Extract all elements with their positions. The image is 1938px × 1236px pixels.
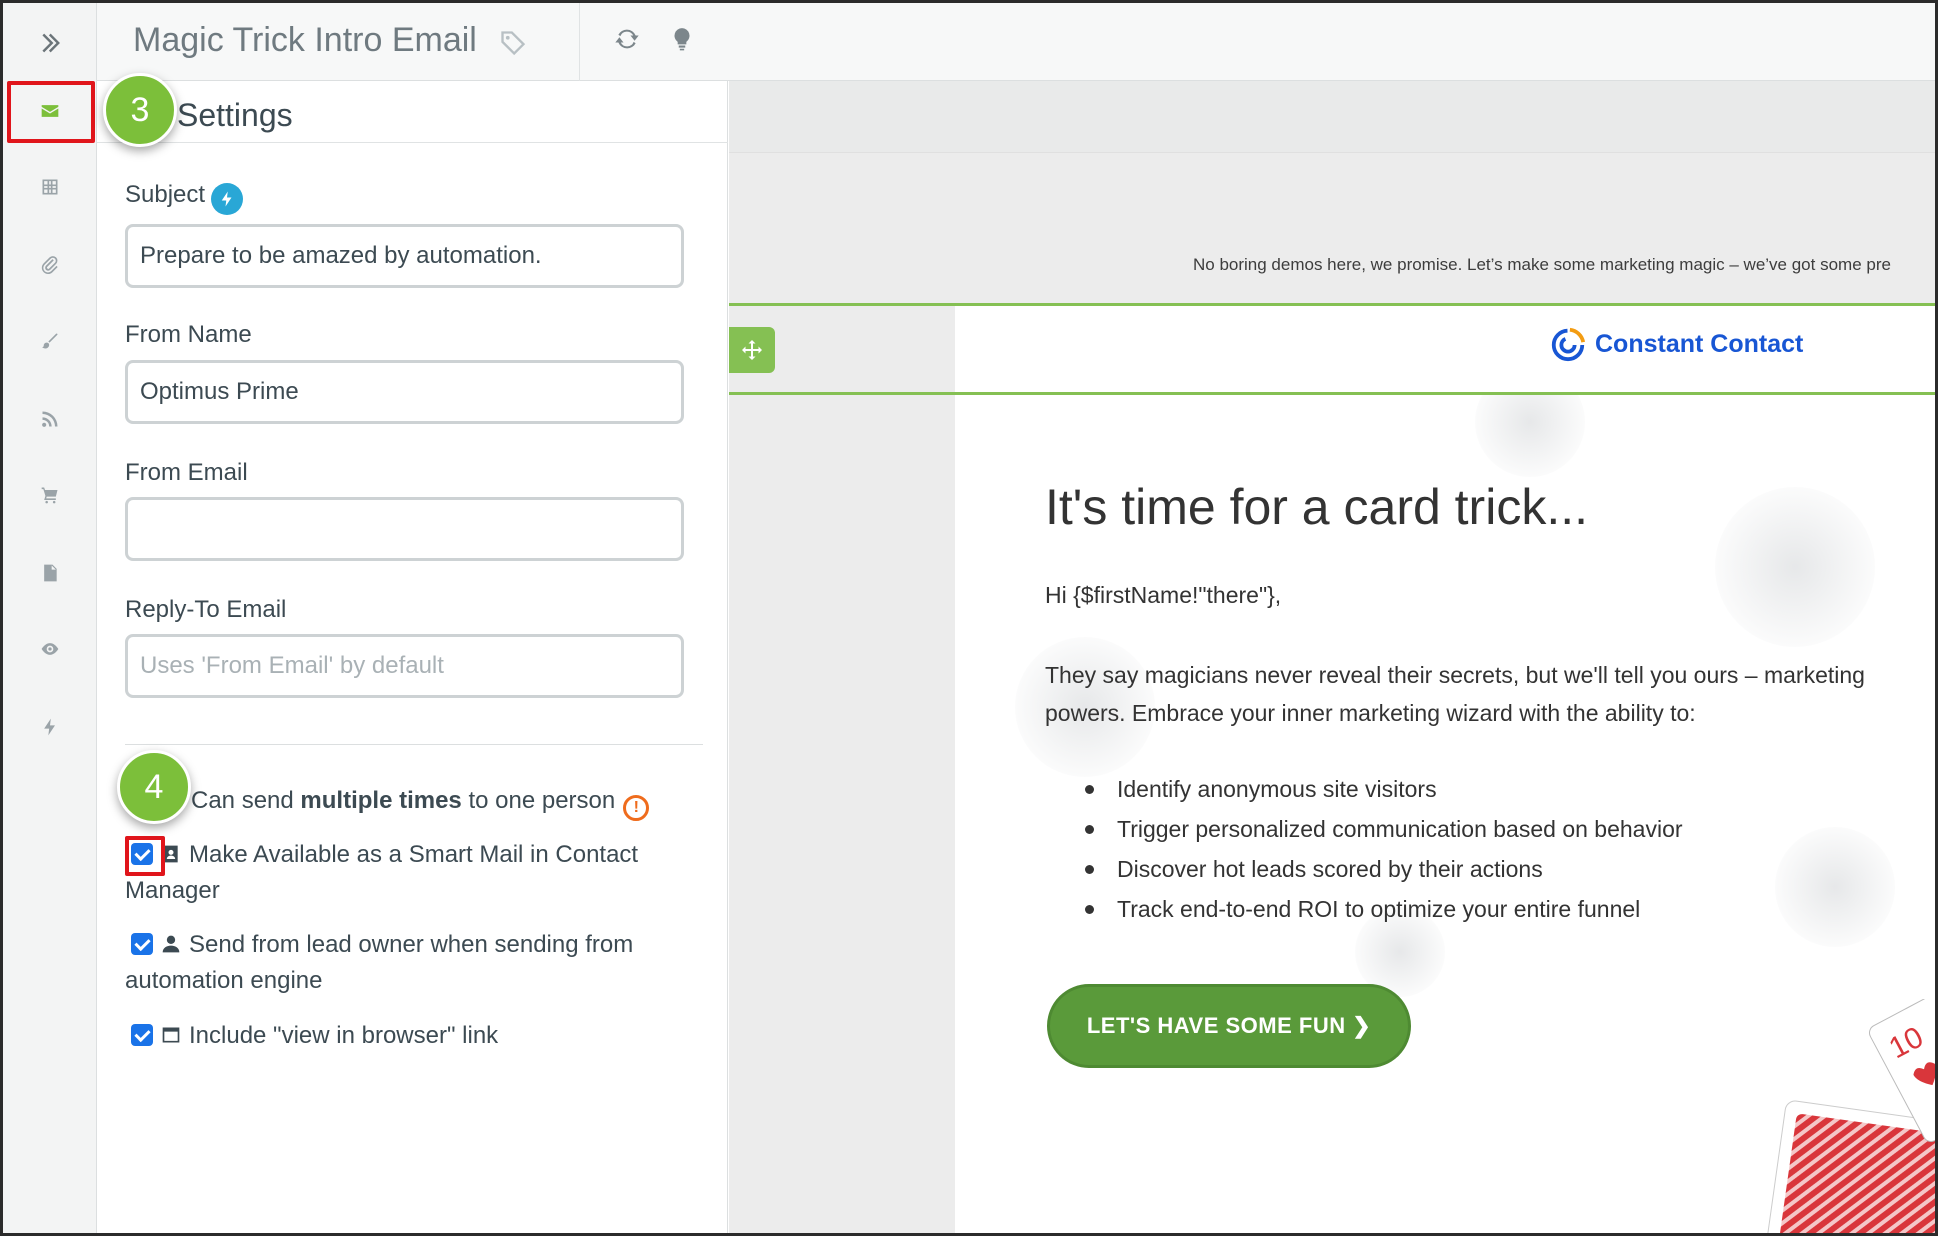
user-icon <box>161 929 181 953</box>
list-item: Track end-to-end ROI to optimize your en… <box>1045 889 1683 929</box>
rail-item-text-version[interactable] <box>3 543 97 603</box>
list-item: Discover hot leads scored by their actio… <box>1045 849 1683 889</box>
subject-input[interactable] <box>125 224 684 288</box>
email-headline: It's time for a card trick... <box>1045 479 1588 535</box>
from-email-label: From Email <box>125 459 248 486</box>
refresh-icon <box>615 29 639 49</box>
email-intro-line-2: powers. Embrace your inner marketing wiz… <box>1045 700 1696 726</box>
browser-window-icon <box>161 1020 181 1043</box>
smart-mail-checkbox[interactable] <box>131 843 153 865</box>
rail-item-commerce[interactable] <box>3 465 97 525</box>
from-name-label: From Name <box>125 321 252 348</box>
move-block-handle[interactable] <box>729 327 775 373</box>
envelope-icon <box>41 105 59 117</box>
document-icon <box>44 564 57 582</box>
bokeh-decoration <box>1715 487 1875 647</box>
subject-label-text: Subject <box>125 181 206 208</box>
subject-label: Subject <box>125 181 244 215</box>
lightbulb-icon <box>674 28 690 51</box>
lead-owner-label: Send from lead owner when sending from a… <box>125 931 634 994</box>
tag-button[interactable] <box>499 29 527 57</box>
header-divider <box>579 3 580 81</box>
rail-item-feeds[interactable] <box>3 389 97 449</box>
preheader-text: No boring demos here, we promise. Let’s … <box>1193 255 1891 274</box>
personalize-bolt-icon[interactable] <box>211 183 244 215</box>
app-window: Magic Trick Intro Email l Settings Subje… <box>0 0 1938 1236</box>
rail-item-layout[interactable] <box>3 157 97 217</box>
logo-text: Constant Contact <box>1595 329 1804 358</box>
warning-icon[interactable]: ! <box>623 795 650 821</box>
email-title[interactable]: Magic Trick Intro Email <box>133 21 477 60</box>
reply-to-input[interactable] <box>125 634 684 698</box>
preview-toolbar-area <box>729 81 1935 153</box>
multiple-sends-suffix: to one person <box>461 787 616 814</box>
playing-cards-image: 10 <box>1763 999 1935 1233</box>
step-4-badge: 4 <box>117 750 191 824</box>
list-item: Identify anonymous site visitors <box>1045 769 1683 809</box>
rail-item-attachments[interactable] <box>3 235 97 295</box>
rail-item-automation[interactable] <box>3 697 97 757</box>
paintbrush-icon <box>42 333 58 349</box>
section-divider <box>125 744 703 745</box>
option-view-browser[interactable]: Include "view in browser" link <box>125 1018 705 1054</box>
reply-to-label: Reply-To Email <box>125 596 287 623</box>
lead-owner-checkbox[interactable] <box>131 933 153 955</box>
constant-contact-logo-icon <box>1551 327 1586 362</box>
chevron-double-right-icon <box>42 33 60 53</box>
tips-button[interactable] <box>669 25 695 53</box>
top-header: Magic Trick Intro Email <box>97 3 1935 81</box>
cta-button[interactable]: LET'S HAVE SOME FUN ❯ <box>1047 984 1411 1068</box>
panel-header: l Settings <box>97 81 728 143</box>
rail-item-preview[interactable] <box>3 619 97 679</box>
bokeh-decoration <box>1775 827 1895 947</box>
paperclip-icon <box>41 256 58 275</box>
list-item: Trigger personalized communication based… <box>1045 809 1683 849</box>
view-browser-label: Include "view in browser" link <box>189 1022 499 1049</box>
email-greeting: Hi {$firstName!"there"}, <box>1045 582 1282 608</box>
rail-item-design[interactable] <box>3 311 97 371</box>
eye-icon <box>41 643 59 655</box>
feature-list: Identify anonymous site visitors Trigger… <box>1045 769 1683 929</box>
email-settings-panel: l Settings Subject From Name From Email … <box>97 81 728 1233</box>
tag-icon <box>501 31 526 56</box>
refresh-button[interactable] <box>613 25 641 53</box>
email-intro-line-1: They say magicians never reveal their se… <box>1045 662 1865 688</box>
multiple-sends-bold: multiple times <box>300 787 462 814</box>
multiple-sends-prefix: Can send <box>191 787 301 814</box>
bolt-icon <box>44 718 55 736</box>
grid-icon <box>42 179 58 195</box>
expand-sidebar-button[interactable] <box>3 13 97 73</box>
view-browser-checkbox[interactable] <box>131 1024 153 1046</box>
contact-card-icon <box>161 839 181 863</box>
from-email-input[interactable] <box>125 497 684 561</box>
step-3-badge: 3 <box>103 73 177 147</box>
rss-icon <box>42 411 58 427</box>
rail-item-email-settings[interactable] <box>3 81 97 141</box>
cart-icon <box>41 487 58 504</box>
smart-mail-label: Make Available as a Smart Mail in Contac… <box>125 841 639 904</box>
option-smart-mail[interactable]: Make Available as a Smart Mail in Contac… <box>125 837 705 909</box>
constant-contact-logo: Constant Contact <box>1549 325 1803 363</box>
move-arrows-icon <box>742 340 762 360</box>
email-preview: No boring demos here, we promise. Let’s … <box>729 81 1935 1233</box>
option-multiple-sends[interactable]: Can send multiple times to one person! <box>125 783 705 821</box>
option-lead-owner[interactable]: Send from lead owner when sending from a… <box>125 927 705 999</box>
panel-title: l Settings <box>161 97 293 133</box>
from-name-input[interactable] <box>125 360 684 424</box>
icon-rail <box>3 3 97 1233</box>
